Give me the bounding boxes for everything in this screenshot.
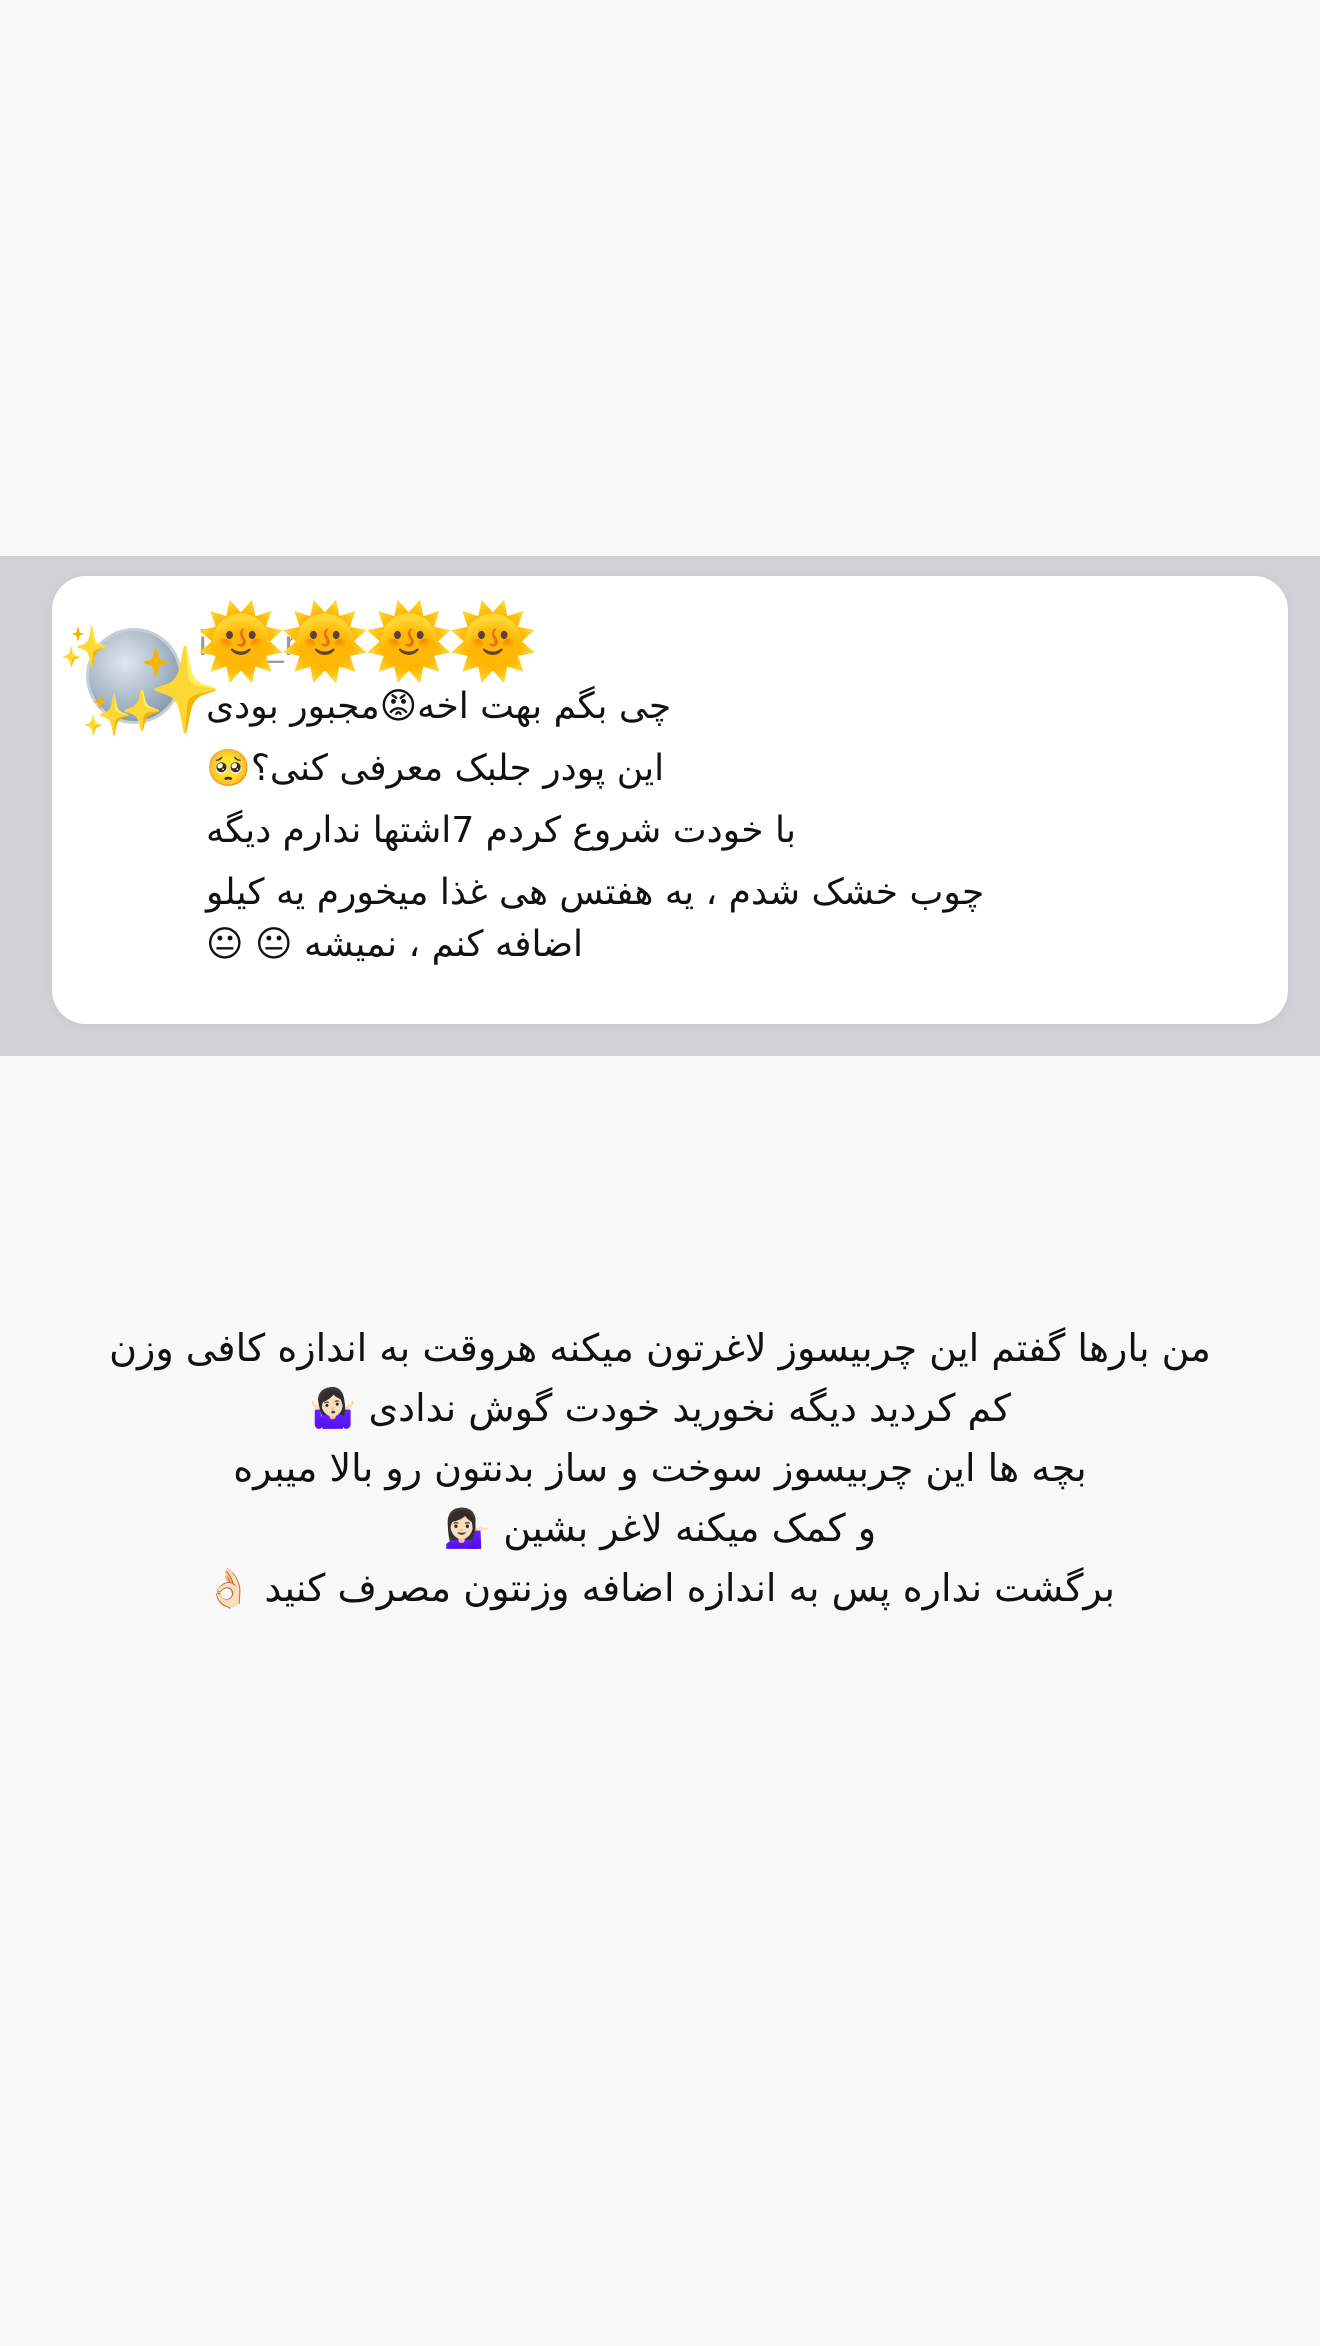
sun-emoji-icon: 🌞 [448, 599, 538, 683]
sparkle-icon: ✨ [60, 625, 110, 671]
caption-line: و کمک میکنه لاغر بشین 💁🏻‍♀️ [443, 1506, 877, 1550]
caption-line: کم کردید دیگه نخورید خودت گوش ندادی 🤷🏻‍♀… [309, 1386, 1011, 1430]
sun-emoji-icon: 🌞 [364, 599, 454, 683]
caption-line: بچه ها این چربیسوز سوخت و ساز بدنتون رو … [233, 1446, 1087, 1490]
sun-emoji-icon: 🌞 [280, 599, 370, 683]
caption-line: من بارها گفتم این چربیسوز لاغرتون میکنه … [109, 1326, 1211, 1370]
story-caption: من بارها گفتم این چربیسوز لاغرتون میکنه … [40, 1318, 1280, 1618]
comment-line: این پودر جلبک معرفی کنی؟🥺 [206, 748, 665, 789]
sparkle-icon: ✨ [82, 693, 132, 739]
sun-emoji-icon: 🌞 [196, 599, 286, 683]
comment-line: چی بگم بهت اخه😡مجبور بودی [206, 686, 672, 727]
comment-line: با خودت شروع کردم 7اشتها ندارم دیگه [206, 810, 796, 851]
comment-text: چی بگم بهت اخه😡مجبور بودی این پودر جلبک … [206, 676, 1066, 976]
caption-line: برگشت نداره پس به اندازه اضافه وزنتون مص… [205, 1566, 1115, 1610]
sun-emoji-row: 🌞 🌞 🌞 🌞 [196, 599, 538, 683]
avatar-group: ✨ ✨ ✨ [60, 625, 223, 748]
